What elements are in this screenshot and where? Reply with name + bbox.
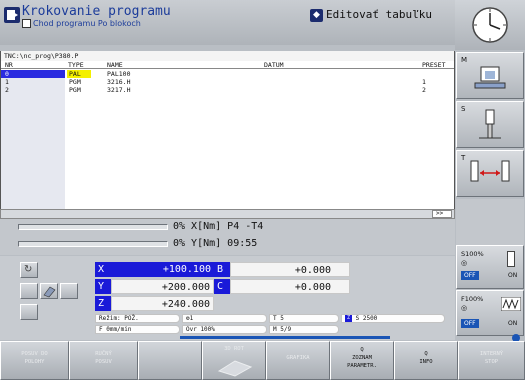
spindle-override-panel: S100% ◎ OFF ON [456,245,524,289]
axis-label-y: Y [95,279,111,294]
speed-field: Z S 2500 [341,314,445,323]
cell-nr: 2 [5,86,9,94]
program-run-icon [4,7,20,23]
softkey-empty[interactable] [138,341,202,380]
header-title: Krokovanie programu [22,4,171,19]
refresh-button[interactable]: ↻ [20,262,38,278]
cell-nr: 1 [5,78,9,86]
clock [455,0,525,50]
axis-value-c: +0.000 [230,279,350,294]
axis-value-x: +100.100 [111,262,214,277]
softkey-rucny-posuv[interactable]: RUČNÝ POSUV [69,341,138,380]
axis-value-y: +200.000 [111,279,214,294]
machine-icon [474,66,506,89]
tool-change-icon [470,160,510,182]
spindle-number: 1 [189,315,194,322]
edit-icon: ◆ [310,9,323,22]
table-row[interactable]: 1 PGM 3216.H 1 [1,78,454,86]
refresh-icon: ↻ [24,264,33,275]
view-button[interactable] [40,283,58,299]
axis-label-c: C [214,279,230,294]
col-type: TYPE [68,61,84,69]
mode-field: Režim: POŽ. [95,314,180,323]
axis-label-z: Z [95,296,111,311]
active-softkey-indicator-2 [272,336,390,339]
spindle-tool-icon [479,109,501,139]
speed-value: S 2500 [355,315,378,322]
3d-rotation-icon [217,360,253,377]
header-subtitle: Chod programu Po blokoch [33,19,141,28]
feed-wave-icon [501,297,521,311]
side-key-m[interactable]: M [456,52,524,99]
spindle-dir-icon: Z [345,315,352,322]
mode-header: Krokovanie programu Chod programu Po blo… [0,0,455,45]
col-name: NAME [107,61,123,69]
cell-preset: 1 [422,78,426,86]
softkey-interny-stop[interactable]: INTERNÝ STOP [458,341,525,380]
active-softkey-indicator [180,336,272,339]
spindle-off-state[interactable]: OFF [461,271,479,280]
cell-type: PGM [69,78,81,86]
softkey-q-info[interactable]: Q INFO [394,341,458,380]
cell-type: PAL [69,70,81,78]
cell-preset: 2 [422,86,426,94]
blank-button-3[interactable] [20,304,38,320]
feed-override-panel: F100% ◎ OFF ON [456,290,524,336]
col-nr: NR [5,61,13,69]
table-row[interactable]: 2 PGM 3217.H 2 [1,86,454,94]
cell-nr: 0 [5,70,9,78]
cell-type: PGM [69,86,81,94]
horizontal-scrollbar[interactable] [0,209,455,219]
blank-button[interactable] [20,283,38,299]
softkey-posuv-do-polohy[interactable]: POSUV DO POLOHY [0,341,69,380]
side-key-s[interactable]: S [456,101,524,148]
load-bar-2 [18,241,168,247]
side-key-t[interactable]: T [456,150,524,197]
spindle-override-icon: ◎ [461,259,468,267]
feed-override-label: F100% [461,295,484,303]
table-header: NR TYPE NAME DATUM PRESET [1,61,454,69]
edit-table-mode[interactable]: Editovať tabuľku [326,8,432,21]
softkey-grafika[interactable]: GRAFIKA [266,341,330,380]
feed-off-state[interactable]: OFF [461,319,479,328]
program-path: TNC:\nc_prog\P380.P [4,52,79,60]
override-field: Ovr 100% [182,325,267,334]
axis-label-b: B [214,262,230,277]
scroll-right-button[interactable]: >> [432,210,452,218]
feed-override-icon: ◎ [461,304,468,312]
axis-value-z: +240.000 [111,296,214,311]
softkey-3d-rot[interactable]: 3D ROT [202,341,266,380]
spindle-field: ⚙1 [182,314,267,323]
side-spacer [456,199,524,245]
status-line-2: 0% Y[Nm] 09:55 [173,238,258,249]
pallet-table: NR TYPE NAME DATUM PRESET 0 PAL PAL100 1… [0,61,455,209]
spindle-on-state[interactable]: ON [508,272,517,279]
cell-name: 3216.H [107,78,131,86]
col-datum: DATUM [264,61,284,69]
table-row[interactable]: 0 PAL PAL100 [1,70,454,78]
feed-field: F 0mm/min [95,325,180,334]
softkey-q-zoznam-parametr[interactable]: Q ZOZNAM PARAMETR. [330,341,394,380]
clock-icon [472,7,508,43]
workpiece-icon [43,286,56,298]
spindle-override-gauge-icon [507,251,515,267]
blank-button-2[interactable] [60,283,78,299]
col-preset: PRESET [422,61,446,69]
axis-label-x: X [95,262,111,277]
load-bar-1 [18,224,168,230]
status-line-1: 0% X[Nm] P4 -T4 [173,221,264,232]
cell-name: 3217.H [107,86,131,94]
m-field: M 5/9 [269,325,339,334]
spindle-override-label: S100% [461,250,484,258]
axis-value-b: +0.000 [230,262,350,277]
scroll-right-label: >> [436,210,444,217]
feed-on-state[interactable]: ON [508,320,517,327]
cell-name: PAL100 [107,70,131,78]
tool-field: T 5 [269,314,339,323]
single-block-icon [22,19,31,28]
